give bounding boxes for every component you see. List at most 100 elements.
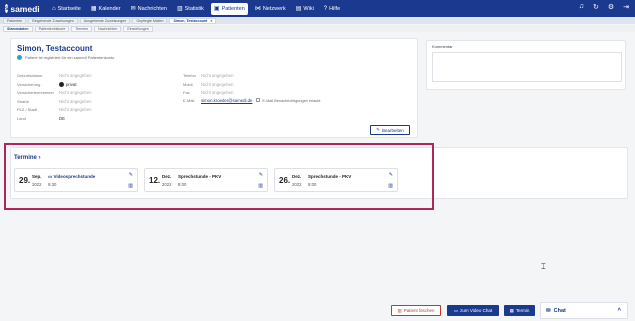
delete-appointment-icon[interactable]: ▥ xyxy=(128,183,133,189)
appointment-title-text: Videosprechstunde xyxy=(53,174,96,179)
tab-4[interactable]: Simon, Testaccount × xyxy=(169,17,217,24)
close-icon[interactable]: × xyxy=(210,19,212,23)
field-label: Telefon xyxy=(183,73,196,78)
bell-icon[interactable]: ♫ xyxy=(579,3,584,11)
insurance-value: privat xyxy=(66,81,77,87)
verified-icon xyxy=(17,55,22,60)
tab-3[interactable]: Gepflegte Mailen xyxy=(132,17,168,24)
field-label: Fax xyxy=(183,90,190,95)
subtab-4[interactable]: Einstellungen xyxy=(123,25,153,32)
appointment-time: 8:00 xyxy=(178,182,187,187)
nav-startseite[interactable]: ⌂ Startseite xyxy=(49,3,84,15)
nav-statistik[interactable]: ▥ Statistik xyxy=(174,3,207,15)
subtab-0[interactable]: Stammdaten xyxy=(3,25,33,32)
tab-1[interactable]: Eingehende Zuweisungen xyxy=(28,17,78,24)
main-nav: ⌂ Startseite ▦ Kalender ✉ Nachrichten ▥ Statist… xyxy=(49,2,347,15)
refresh-icon[interactable]: ↻ xyxy=(593,3,599,11)
appointment-title: Sprechstunde - PKV xyxy=(178,174,221,179)
subtab-3[interactable]: Nachrichten xyxy=(94,25,122,32)
help-icon: ? xyxy=(323,5,328,12)
subtab-1[interactable]: Patientenhistorie xyxy=(34,25,70,32)
samedi-logo[interactable]: s samedi xyxy=(5,3,40,14)
delete-patient-button[interactable]: ▥ Patient löschen xyxy=(391,305,441,316)
top-icons: ♫ ↻ ⚙ ⇥ xyxy=(579,3,629,11)
nav-label: Statistik xyxy=(184,5,204,12)
tab-label: Eingehende Zuweisungen xyxy=(32,18,74,23)
comment-title: Kommentar xyxy=(432,44,453,49)
nav-patienten[interactable]: ▣ Patienten xyxy=(210,2,248,15)
edit-appointment-icon[interactable]: ✎ xyxy=(129,172,133,178)
appointment-title-text: Sprechstunde - PKV xyxy=(308,174,352,179)
nav-nachrichten[interactable]: ✉ Nachrichten xyxy=(128,3,170,15)
patient-subtabs: Stammdaten Patientenhistorie Termine Nachri… xyxy=(0,25,635,32)
video-chat-button[interactable]: ▭ zum Video Chat xyxy=(447,305,499,316)
delete-appointment-icon[interactable]: ▥ xyxy=(388,183,393,189)
nav-wiki[interactable]: ▤ Wiki xyxy=(293,3,317,15)
patient-name: Simon, Testaccount xyxy=(17,44,93,53)
mouse-cursor-icon: ⌶ xyxy=(541,262,546,271)
tab-0[interactable]: Patienten xyxy=(3,17,27,24)
tab-2[interactable]: Ausgehende Zuweisungen xyxy=(79,17,131,24)
appointment-day: 12. xyxy=(149,176,161,185)
appointment-time: 8:00 xyxy=(308,182,317,187)
patient-tabs: Patienten Eingehende Zuweisungen Ausgehend… xyxy=(0,17,635,24)
user-settings-icon[interactable]: ⚙ xyxy=(608,3,614,11)
appointment-title-text: Sprechstunde - PKV xyxy=(178,174,222,179)
patient-data-card xyxy=(10,38,418,138)
verified-text: Patient ist registriert für ein samedi P… xyxy=(25,55,115,60)
email-label: E-Mail xyxy=(183,98,195,103)
logout-icon[interactable]: ⇥ xyxy=(623,3,629,11)
calendar-icon: ▦ xyxy=(90,6,97,12)
field-value: Nicht angegeben xyxy=(59,72,92,78)
field-label: PLZ / Stadt xyxy=(17,107,38,112)
appointment-card[interactable]: 12. Dez. 2022 Sprechstunde - PKV 8:00 ✎ ▥ xyxy=(144,168,268,192)
field-label: Versicherung xyxy=(17,82,41,87)
nav-kalender[interactable]: ▦ Kalender xyxy=(88,3,124,15)
appointment-title: Sprechstunde - PKV xyxy=(308,174,351,179)
subtab-2[interactable]: Termine xyxy=(71,25,93,32)
edit-appointment-icon[interactable]: ✎ xyxy=(259,172,263,178)
appointment-month: Dez. xyxy=(162,174,172,179)
chat-icon: ✉ xyxy=(546,307,551,314)
email-notification-label: E-Mail Benachrichtigungen erlaubt xyxy=(262,98,321,103)
appointments-title-label: Termine xyxy=(14,155,37,161)
nav-netzwerk[interactable]: ⋈ Netzwerk xyxy=(252,3,289,15)
nav-label: Kalender xyxy=(98,5,121,12)
chart-icon: ▥ xyxy=(176,6,183,12)
trash-icon: ▥ xyxy=(397,307,402,313)
nav-hilfe[interactable]: ? Hilfe xyxy=(321,3,343,15)
field-label: Straße xyxy=(17,99,30,104)
email-notification-checkbox[interactable] xyxy=(256,98,261,103)
chevron-up-icon[interactable]: ^ xyxy=(617,308,621,314)
delete-appointment-icon[interactable]: ▥ xyxy=(258,183,263,189)
comment-textarea[interactable] xyxy=(432,52,622,82)
appointment-title[interactable]: ▭ Videosprechstunde xyxy=(48,174,95,180)
email-link[interactable]: simon.kroeder@samedi.de xyxy=(201,98,252,103)
logo-text: samedi xyxy=(10,3,40,14)
home-icon: ⌂ xyxy=(52,5,56,12)
field-value: Nicht angegeben xyxy=(201,81,234,87)
field-value: Nicht angegeben xyxy=(59,106,92,112)
field-label: Mobil xyxy=(183,82,193,87)
private-insurance-icon xyxy=(59,81,64,87)
appointment-card[interactable]: 29. Sep. 2022 ▭ Videosprechstunde 9:30 ✎ ▥ xyxy=(14,168,138,192)
nav-label: Startseite xyxy=(57,5,81,12)
field-label: Land xyxy=(17,116,26,121)
book-icon: ▤ xyxy=(295,6,302,12)
nav-label: Nachrichten xyxy=(137,5,167,12)
field-value: DE xyxy=(59,115,65,121)
edit-button[interactable]: ✎ Bearbeiten xyxy=(370,125,410,135)
appointment-year: 2022 xyxy=(292,182,302,187)
edit-appointment-icon[interactable]: ✎ xyxy=(389,172,393,178)
delete-label: Patient löschen xyxy=(403,308,435,313)
chat-widget[interactable]: ✉ Chat ^ xyxy=(540,302,628,319)
new-appointment-button[interactable]: ▦ Termin xyxy=(504,305,535,316)
appointment-card[interactable]: 26. Dez. 2022 Sprechstunde - PKV 8:00 ✎ ▥ xyxy=(274,168,398,192)
appointments-title[interactable]: Termine › xyxy=(14,155,41,161)
tab-label: Ausgehende Zuweisungen xyxy=(83,18,127,23)
field-value: Nicht angegeben xyxy=(201,72,234,78)
chevron-right-icon: › xyxy=(38,155,41,161)
appointment-time: 9:30 xyxy=(48,182,57,187)
mail-icon: ✉ xyxy=(130,6,136,12)
tab-label: Simon, Testaccount xyxy=(173,18,208,23)
